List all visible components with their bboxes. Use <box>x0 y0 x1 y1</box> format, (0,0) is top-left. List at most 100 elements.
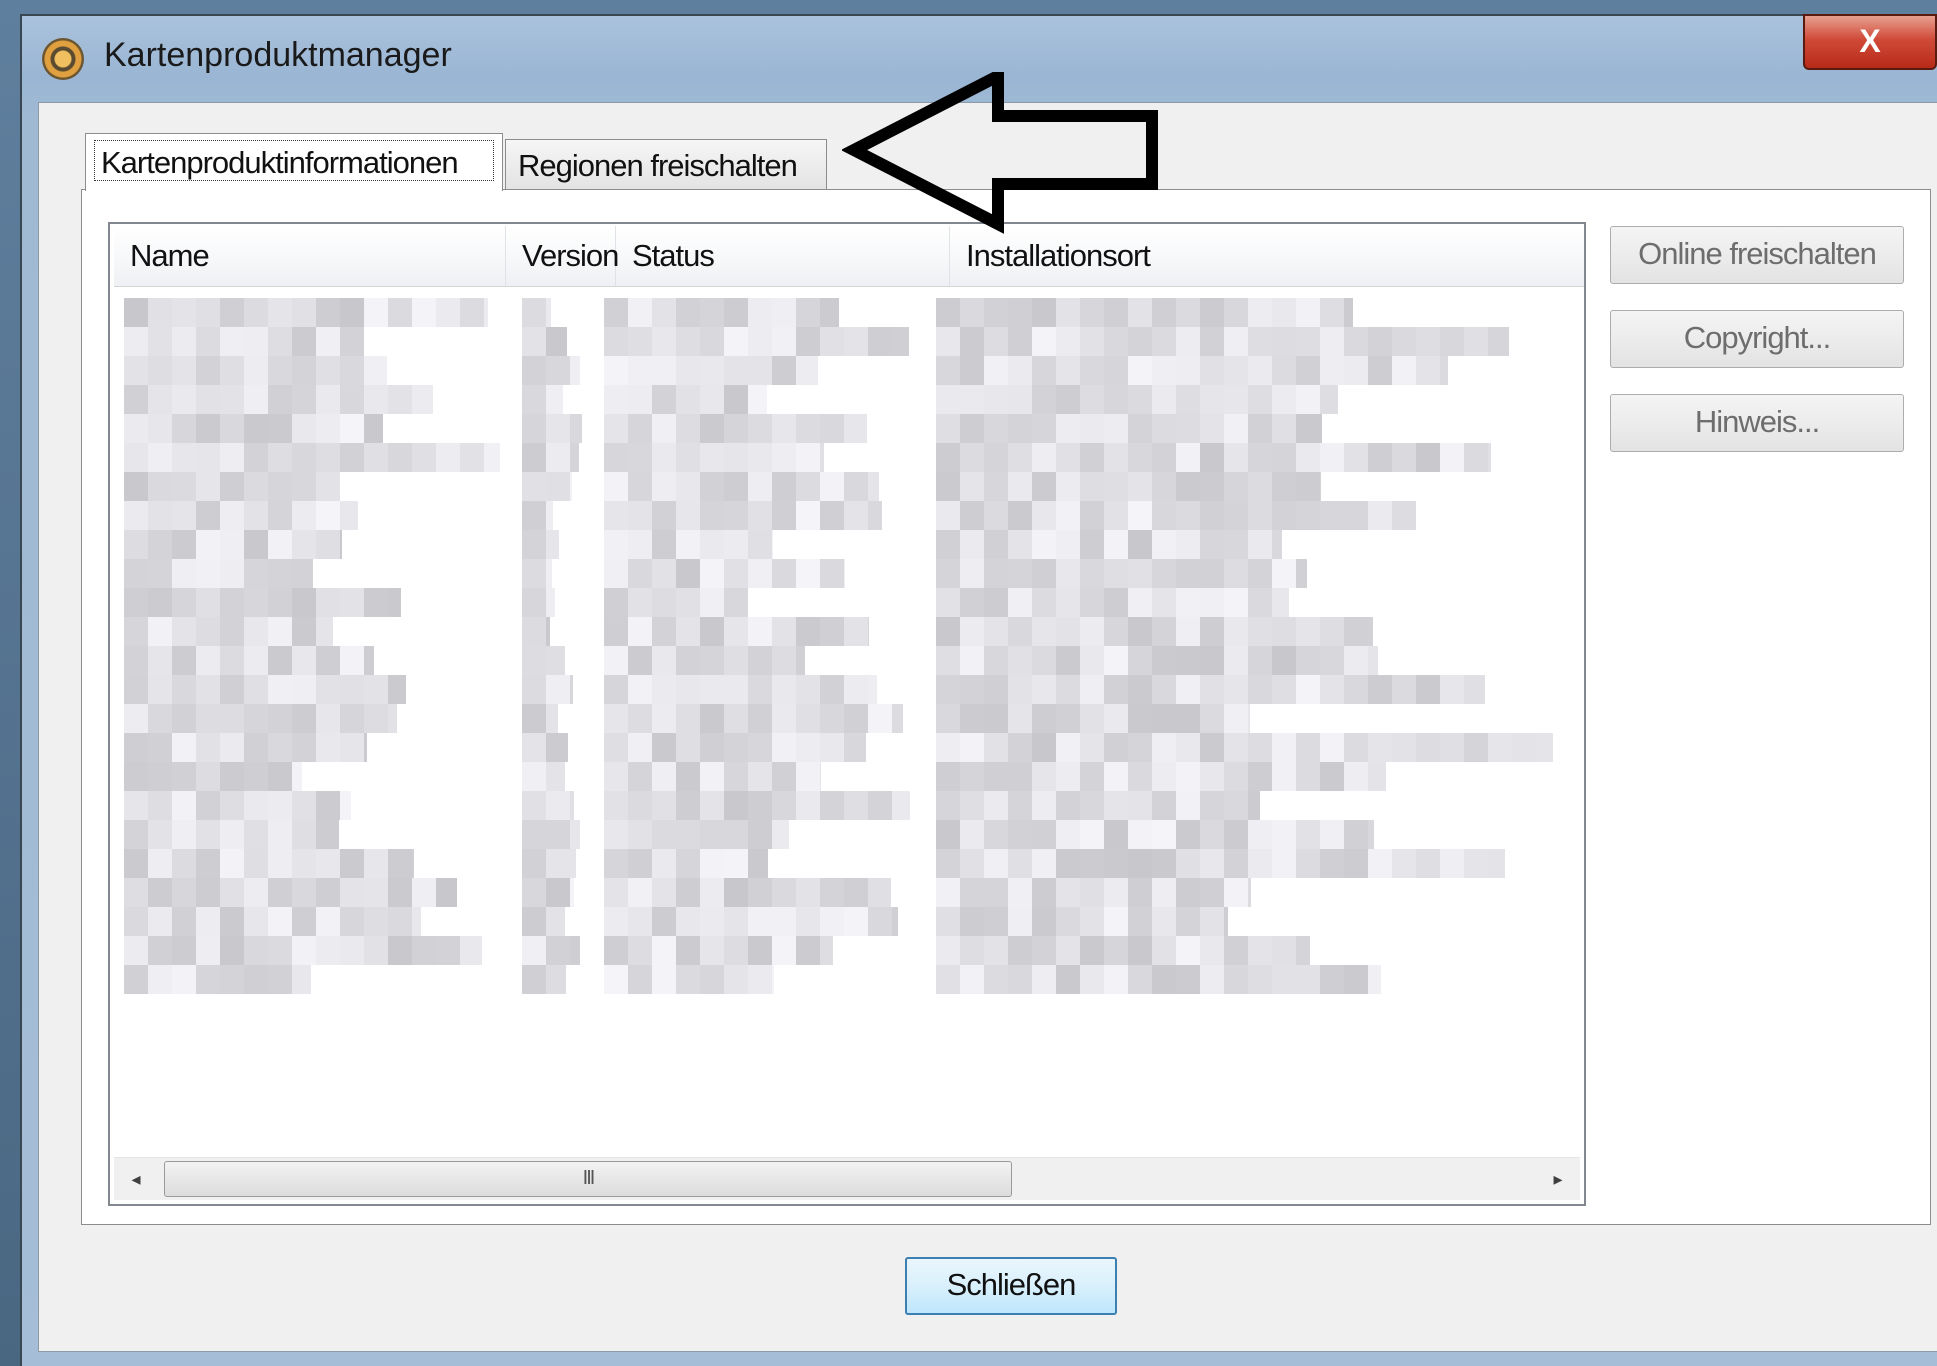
list-cell-obscured <box>604 414 867 443</box>
list-row-obscured[interactable] <box>124 936 1580 965</box>
tab-regionen-freischalten[interactable]: Regionen freischalten <box>505 139 827 191</box>
map-product-list[interactable]: Name Version Status Installationsort ◂ I… <box>108 222 1586 1206</box>
list-row-obscured[interactable] <box>124 472 1580 501</box>
list-cell-obscured <box>522 617 550 646</box>
list-row-obscured[interactable] <box>124 414 1580 443</box>
list-row-obscured[interactable] <box>124 849 1580 878</box>
list-cell-obscured <box>604 530 773 559</box>
list-row-obscured[interactable] <box>124 791 1580 820</box>
list-cell-obscured <box>604 385 767 414</box>
list-cell-obscured <box>936 327 1509 356</box>
list-cell-obscured <box>124 414 383 443</box>
list-row-obscured[interactable] <box>124 733 1580 762</box>
list-cell-obscured <box>124 617 333 646</box>
list-cell-obscured <box>604 733 866 762</box>
list-cell-obscured <box>936 820 1374 849</box>
list-cell-obscured <box>124 791 351 820</box>
list-cell-obscured <box>124 385 433 414</box>
list-cell-obscured <box>604 936 833 965</box>
window-close-button[interactable]: X <box>1803 14 1937 70</box>
list-row-obscured[interactable] <box>124 559 1580 588</box>
list-row-obscured[interactable] <box>124 965 1580 994</box>
horizontal-scrollbar[interactable]: ◂ III ▸ <box>114 1157 1580 1200</box>
list-cell-obscured <box>522 327 567 356</box>
list-cell-obscured <box>936 907 1228 936</box>
list-cell-obscured <box>936 675 1485 704</box>
list-cell-obscured <box>936 878 1251 907</box>
list-cell-obscured <box>522 791 574 820</box>
list-cell-obscured <box>604 472 879 501</box>
list-cell-obscured <box>522 907 565 936</box>
list-cell-obscured <box>124 298 488 327</box>
list-cell-obscured <box>604 646 805 675</box>
list-row-obscured[interactable] <box>124 443 1580 472</box>
scroll-left-arrow-icon[interactable]: ◂ <box>116 1158 156 1200</box>
list-cell-obscured <box>522 820 580 849</box>
list-cell-obscured <box>604 675 877 704</box>
scroll-right-arrow-icon[interactable]: ▸ <box>1538 1158 1578 1200</box>
list-cell-obscured <box>604 791 910 820</box>
list-cell-obscured <box>604 501 882 530</box>
list-row-obscured[interactable] <box>124 356 1580 385</box>
list-cell-obscured <box>604 762 821 791</box>
close-dialog-button[interactable]: Schließen <box>905 1257 1117 1315</box>
list-cell-obscured <box>936 791 1260 820</box>
list-row-obscured[interactable] <box>124 878 1580 907</box>
copyright-button[interactable]: Copyright... <box>1610 310 1904 368</box>
list-cell-obscured <box>604 965 774 994</box>
list-row-obscured[interactable] <box>124 385 1580 414</box>
list-row-obscured[interactable] <box>124 588 1580 617</box>
online-unlock-button[interactable]: Online freischalten <box>1610 226 1904 284</box>
tab-kartenproduktinformationen[interactable]: Kartenproduktinformationen <box>85 133 503 191</box>
dialog-client-area: Kartenproduktinformationen Regionen frei… <box>38 102 1937 1352</box>
column-header-name[interactable]: Name <box>114 226 506 286</box>
list-row-obscured[interactable] <box>124 327 1580 356</box>
list-cell-obscured <box>936 443 1491 472</box>
list-cell-obscured <box>522 762 565 791</box>
list-cell-obscured <box>522 704 558 733</box>
list-cell-obscured <box>936 298 1353 327</box>
list-cell-obscured <box>522 849 576 878</box>
list-cell-obscured <box>604 617 869 646</box>
list-cell-obscured <box>124 762 302 791</box>
list-cell-obscured <box>604 907 898 936</box>
scroll-thumb[interactable]: III <box>164 1161 1012 1197</box>
list-cell-obscured <box>604 443 824 472</box>
list-cell-obscured <box>522 385 563 414</box>
annotation-arrow-icon <box>842 72 1158 234</box>
list-cell-obscured <box>604 878 891 907</box>
list-cell-obscured <box>522 965 566 994</box>
list-row-obscured[interactable] <box>124 762 1580 791</box>
list-cell-obscured <box>936 385 1338 414</box>
list-row-obscured[interactable] <box>124 530 1580 559</box>
list-row-obscured[interactable] <box>124 907 1580 936</box>
list-row-obscured[interactable] <box>124 675 1580 704</box>
list-cell-obscured <box>936 965 1381 994</box>
column-header-version[interactable]: Version <box>506 226 619 286</box>
list-cell-obscured <box>936 472 1321 501</box>
list-cell-obscured <box>522 414 582 443</box>
list-cell-obscured <box>124 646 374 675</box>
list-cell-obscured <box>604 820 789 849</box>
list-row-obscured[interactable] <box>124 820 1580 849</box>
list-cell-obscured <box>936 530 1282 559</box>
list-row-obscured[interactable] <box>124 704 1580 733</box>
list-cell-obscured <box>936 414 1322 443</box>
list-cell-obscured <box>124 472 340 501</box>
hint-button[interactable]: Hinweis... <box>1610 394 1904 452</box>
list-cell-obscured <box>604 559 845 588</box>
list-cell-obscured <box>124 965 311 994</box>
dialog-window: Kartenproduktmanager X Kartenproduktinfo… <box>20 14 1937 1366</box>
list-row-obscured[interactable] <box>124 501 1580 530</box>
list-row-obscured[interactable] <box>124 646 1580 675</box>
list-cell-obscured <box>936 588 1289 617</box>
list-row-obscured[interactable] <box>124 298 1580 327</box>
list-cell-obscured <box>522 298 551 327</box>
list-cell-obscured <box>124 820 339 849</box>
list-cell-obscured <box>936 936 1310 965</box>
list-cell-obscured <box>124 675 406 704</box>
list-row-obscured[interactable] <box>124 617 1580 646</box>
list-cell-obscured <box>936 559 1307 588</box>
list-cell-obscured <box>124 530 342 559</box>
list-cell-obscured <box>936 733 1553 762</box>
